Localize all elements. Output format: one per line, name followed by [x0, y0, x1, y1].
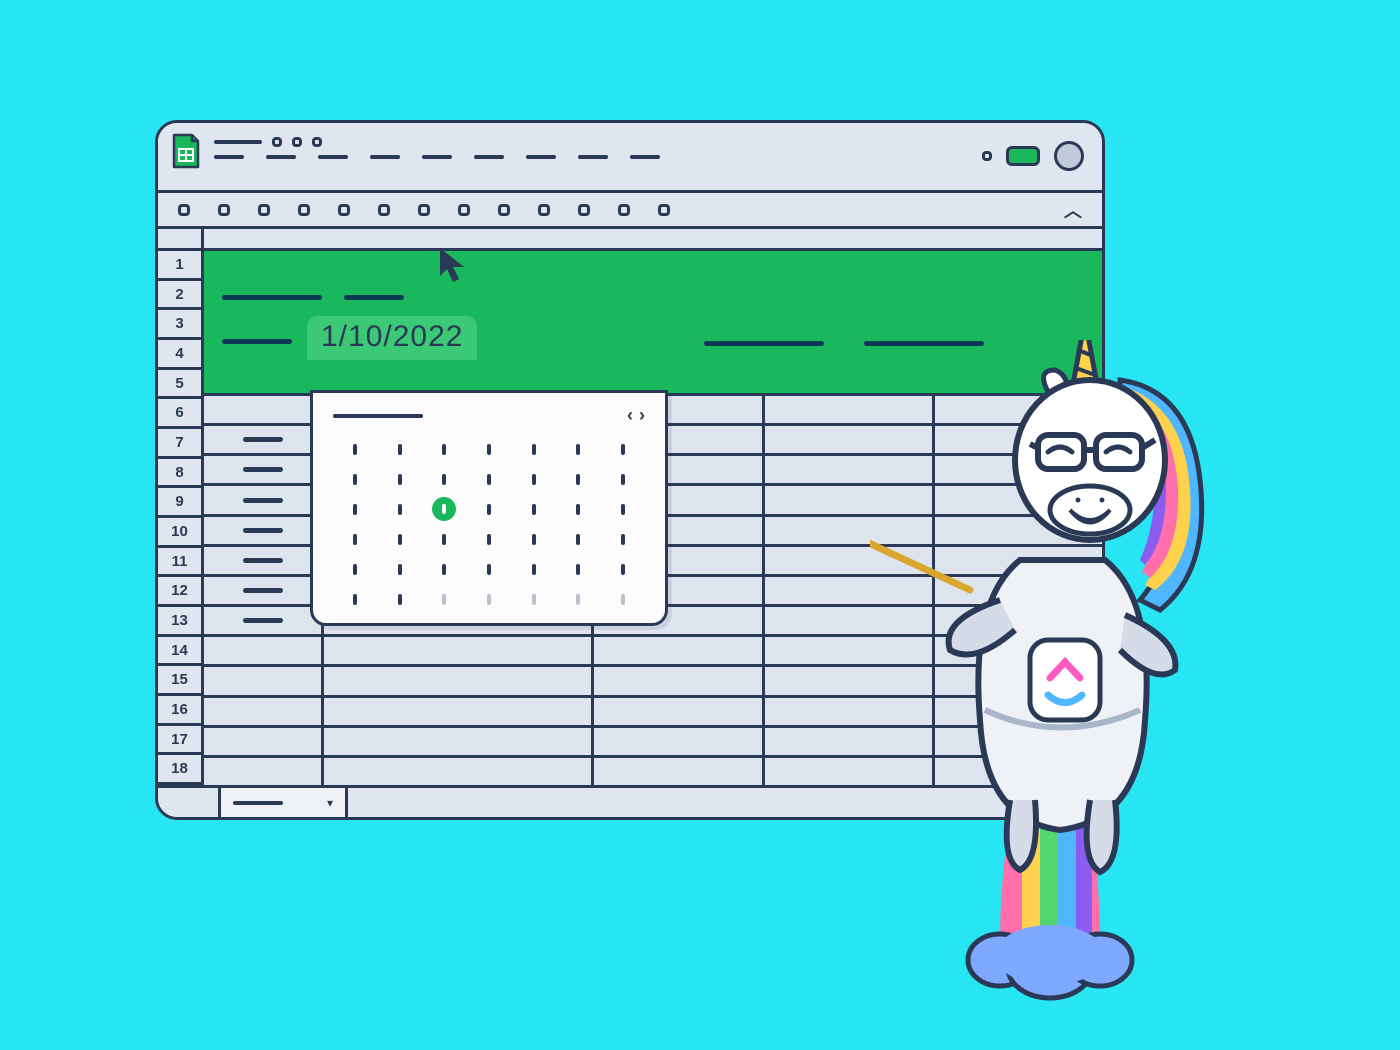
- toolbar-button[interactable]: [418, 204, 430, 216]
- row-header[interactable]: 1: [158, 251, 201, 281]
- control-icon[interactable]: [982, 151, 992, 161]
- calendar-day[interactable]: [467, 434, 512, 464]
- collapse-toolbar-icon[interactable]: ︿: [1064, 197, 1082, 223]
- calendar-day[interactable]: [467, 554, 512, 584]
- calendar-day[interactable]: [333, 494, 378, 524]
- row-header[interactable]: 13: [158, 607, 201, 637]
- calendar-day[interactable]: [511, 554, 556, 584]
- row-header[interactable]: 6: [158, 399, 201, 429]
- toolbar-button[interactable]: [538, 204, 550, 216]
- sheets-icon: [172, 133, 200, 169]
- calendar-day[interactable]: [378, 494, 423, 524]
- calendar-day[interactable]: [378, 584, 423, 614]
- calendar-day[interactable]: [556, 434, 601, 464]
- row-header[interactable]: 9: [158, 488, 201, 518]
- row-header[interactable]: 11: [158, 548, 201, 578]
- row-header[interactable]: 7: [158, 429, 201, 459]
- calendar-day[interactable]: [467, 524, 512, 554]
- calendar-day[interactable]: [511, 584, 556, 614]
- titlebar: [158, 123, 1102, 193]
- calendar-day[interactable]: [378, 464, 423, 494]
- calendar-day[interactable]: [333, 464, 378, 494]
- row-header[interactable]: 5: [158, 370, 201, 400]
- row-headers: 1 2 3 4 5 6 7 8 9 10 11 12 13 14 15 16 1…: [158, 251, 204, 785]
- toolbar-button[interactable]: [618, 204, 630, 216]
- toolbar-button[interactable]: [378, 204, 390, 216]
- row-header[interactable]: 10: [158, 518, 201, 548]
- row-header[interactable]: 17: [158, 726, 201, 756]
- calendar-day[interactable]: [422, 524, 467, 554]
- toolbar-button[interactable]: [578, 204, 590, 216]
- calendar-day[interactable]: [333, 554, 378, 584]
- calendar-day[interactable]: [600, 494, 645, 524]
- calendar-day[interactable]: [511, 434, 556, 464]
- toolbar: ︿: [158, 193, 1102, 229]
- calendar-day[interactable]: [600, 554, 645, 584]
- sheet-tab[interactable]: ▾: [218, 788, 348, 817]
- sheet-tab-label: [233, 801, 283, 805]
- select-all-corner[interactable]: [158, 229, 204, 248]
- calendar-grid[interactable]: [333, 434, 645, 614]
- row-header[interactable]: 2: [158, 281, 201, 311]
- row-header[interactable]: 3: [158, 310, 201, 340]
- toolbar-button[interactable]: [338, 204, 350, 216]
- calendar-day[interactable]: [556, 494, 601, 524]
- row-header[interactable]: 8: [158, 459, 201, 489]
- calendar-header: ‹ ›: [333, 405, 645, 426]
- mouse-cursor-icon: [436, 246, 476, 286]
- calendar-day[interactable]: [511, 464, 556, 494]
- toolbar-button[interactable]: [178, 204, 190, 216]
- row-header[interactable]: 18: [158, 755, 201, 785]
- toolbar-button[interactable]: [258, 204, 270, 216]
- toolbar-button[interactable]: [218, 204, 230, 216]
- calendar-day[interactable]: [600, 464, 645, 494]
- toolbar-button[interactable]: [458, 204, 470, 216]
- title-text: [214, 137, 660, 159]
- calendar-day[interactable]: [556, 464, 601, 494]
- calendar-month-label: [333, 414, 423, 418]
- calendar-day[interactable]: [378, 554, 423, 584]
- date-input-cell[interactable]: 1/10/2022: [307, 316, 477, 360]
- calendar-day[interactable]: [333, 434, 378, 464]
- row-header[interactable]: 12: [158, 577, 201, 607]
- column-headers: [158, 229, 1102, 251]
- calendar-day[interactable]: [511, 524, 556, 554]
- mascot-unicorn: [870, 340, 1250, 1020]
- calendar-day[interactable]: [556, 554, 601, 584]
- calendar-day[interactable]: [511, 494, 556, 524]
- calendar-day[interactable]: [600, 434, 645, 464]
- toolbar-button[interactable]: [298, 204, 310, 216]
- calendar-day[interactable]: [556, 584, 601, 614]
- calendar-day[interactable]: [422, 494, 467, 524]
- calendar-day[interactable]: [422, 554, 467, 584]
- calendar-day[interactable]: [422, 434, 467, 464]
- calendar-day[interactable]: [467, 494, 512, 524]
- row-header[interactable]: 4: [158, 340, 201, 370]
- calendar-day[interactable]: [600, 584, 645, 614]
- toolbar-button[interactable]: [658, 204, 670, 216]
- row-header[interactable]: 15: [158, 666, 201, 696]
- calendar-day[interactable]: [422, 464, 467, 494]
- calendar-next-icon[interactable]: ›: [639, 405, 645, 426]
- calendar-day[interactable]: [378, 434, 423, 464]
- calendar-day[interactable]: [422, 584, 467, 614]
- share-button[interactable]: [1006, 146, 1040, 166]
- row-header[interactable]: 14: [158, 637, 201, 667]
- calendar-day[interactable]: [378, 524, 423, 554]
- calendar-day[interactable]: [333, 584, 378, 614]
- calendar-day[interactable]: [467, 464, 512, 494]
- sheet-tab-dropdown-icon[interactable]: ▾: [327, 796, 333, 810]
- date-picker-popup[interactable]: ‹ ›: [310, 390, 668, 626]
- calendar-day[interactable]: [556, 524, 601, 554]
- calendar-prev-icon[interactable]: ‹: [627, 405, 633, 426]
- toolbar-button[interactable]: [498, 204, 510, 216]
- account-avatar[interactable]: [1054, 141, 1084, 171]
- calendar-day[interactable]: [467, 584, 512, 614]
- calendar-day[interactable]: [333, 524, 378, 554]
- row-header[interactable]: 16: [158, 696, 201, 726]
- calendar-day[interactable]: [600, 524, 645, 554]
